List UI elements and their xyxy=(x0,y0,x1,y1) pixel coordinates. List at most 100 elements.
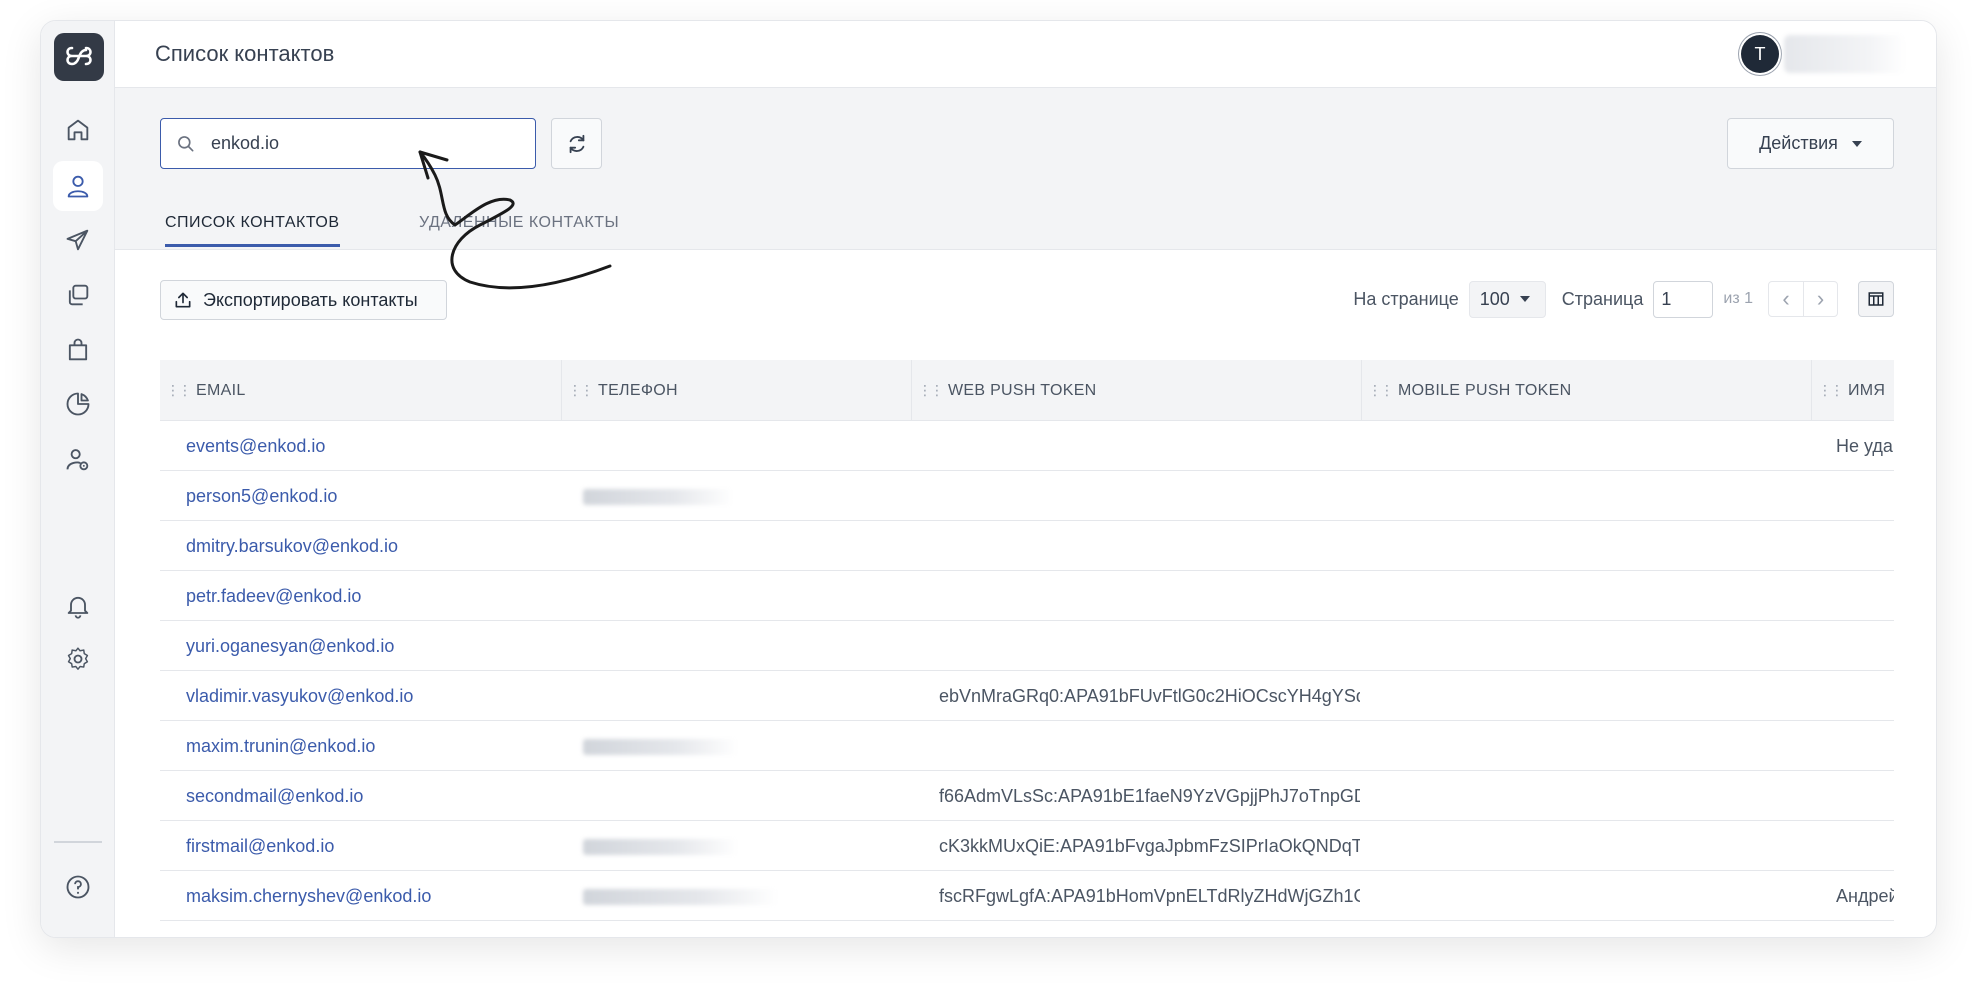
user-name-blurred[interactable] xyxy=(1784,35,1906,73)
column-header-name[interactable]: ⋮⋮ ИМЯ xyxy=(1812,360,1894,421)
cell-name: Андрей xyxy=(1836,885,1894,906)
nav-home[interactable] xyxy=(53,105,103,155)
cell-email[interactable]: yuri.oganesyan@enkod.io xyxy=(186,621,556,671)
column-label: WEB PUSH TOKEN xyxy=(948,381,1097,399)
cell-email[interactable]: maxim.trunin@enkod.io xyxy=(186,721,556,771)
export-label: Экспортировать контакты xyxy=(203,289,418,310)
prev-page-button[interactable]: ‹ xyxy=(1769,282,1803,316)
cell-email[interactable]: dmitry.barsukov@enkod.io xyxy=(186,521,556,571)
nav-settings[interactable] xyxy=(53,634,103,684)
cell-web-token xyxy=(939,421,1360,471)
phone-blurred xyxy=(583,739,738,755)
table-header: ⋮⋮ EMAIL ⋮⋮ ТЕЛЕФОН ⋮⋮ WEB PUSH TOKEN ⋮⋮ MOB… xyxy=(160,360,1894,421)
search-icon xyxy=(178,135,194,151)
chevron-down-icon xyxy=(1851,140,1862,147)
table-row[interactable]: dmitry.barsukov@enkod.io xyxy=(160,521,1894,571)
table-row[interactable]: yuri.oganesyan@enkod.io xyxy=(160,621,1894,671)
table-row[interactable]: petr.fadeev@enkod.io xyxy=(160,571,1894,621)
table-row[interactable]: vladimir.vasyukov@enkod.io ebVnMraGRq0:AP… xyxy=(160,671,1894,721)
search-box[interactable] xyxy=(160,118,536,169)
cell-mobile-token xyxy=(1386,721,1810,771)
cell-email[interactable]: vladimir.vasyukov@enkod.io xyxy=(186,671,556,721)
drag-handle-icon[interactable]: ⋮⋮ xyxy=(166,382,192,399)
sidebar-divider xyxy=(54,841,102,843)
pie-chart-icon xyxy=(66,392,90,416)
drag-handle-icon[interactable]: ⋮⋮ xyxy=(918,382,944,399)
column-label: ТЕЛЕФОН xyxy=(598,381,678,399)
nav-notifications[interactable] xyxy=(53,581,103,631)
tab-contacts-list[interactable]: СПИСОК КОНТАКТОВ xyxy=(165,214,340,247)
phone-blurred xyxy=(583,889,778,905)
logo[interactable] xyxy=(54,33,104,81)
cell-email[interactable]: zaeinshzganisb@enkod.io xyxy=(186,921,556,938)
nav-help[interactable] xyxy=(53,862,103,912)
next-page-button[interactable]: › xyxy=(1803,282,1837,316)
cell-email[interactable]: events@enkod.io xyxy=(186,421,556,471)
cell-web-token: cK3kkMUxQiE:APA91bFvgaJpbmFzSIPrIaOkQNDq… xyxy=(939,835,1360,856)
table-row[interactable]: firstmail@enkod.io cK3kkMUxQiE:APA91bFvga… xyxy=(160,821,1894,871)
cell-email[interactable]: firstmail@enkod.io xyxy=(186,821,556,871)
search-input[interactable] xyxy=(211,133,511,154)
column-header-phone[interactable]: ⋮⋮ ТЕЛЕФОН xyxy=(562,360,912,421)
page-label: Страница xyxy=(1561,288,1644,309)
refresh-icon xyxy=(569,134,584,153)
nav-templates[interactable] xyxy=(53,270,103,320)
page-title: Список контактов xyxy=(155,41,335,66)
refresh-button[interactable] xyxy=(551,118,602,169)
logo-icon xyxy=(66,46,92,66)
cell-mobile-token: 646f422f583d2cb831cc539ff71d1e887f8f4b57… xyxy=(1386,921,1810,938)
cell-email[interactable]: secondmail@enkod.io xyxy=(186,771,556,821)
cell-mobile-token xyxy=(1386,621,1810,671)
contacts-icon xyxy=(67,175,89,198)
table-row[interactable]: zaeinshzganisb@enkod.io 646f422f583d2cb83… xyxy=(160,921,1894,938)
toolbar: Действия СПИСОК КОНТАКТОВ УДАЛЕННЫЕ КОНТ… xyxy=(115,88,1936,250)
columns-button[interactable] xyxy=(1858,281,1894,317)
cell-email[interactable]: person5@enkod.io xyxy=(186,471,556,521)
cell-email[interactable]: maksim.chernyshev@enkod.io xyxy=(186,871,556,921)
actions-dropdown[interactable]: Действия xyxy=(1727,118,1894,169)
page-number-input[interactable] xyxy=(1653,280,1714,318)
page-count: из 1 xyxy=(1723,290,1753,307)
chevron-right-icon: › xyxy=(1816,286,1825,311)
nav-campaigns[interactable] xyxy=(53,215,103,265)
tab-deleted-contacts[interactable]: УДАЛЕННЫЕ КОНТАКТЫ xyxy=(419,214,619,244)
cell-name xyxy=(1836,571,1894,621)
table-row[interactable]: secondmail@enkod.io f66AdmVLsSc:APA91bE1f… xyxy=(160,771,1894,821)
drag-handle-icon[interactable]: ⋮⋮ xyxy=(1368,382,1394,399)
drag-handle-icon[interactable]: ⋮⋮ xyxy=(1818,382,1844,399)
table-row[interactable]: person5@enkod.io xyxy=(160,471,1894,521)
cell-web-token xyxy=(939,921,1360,937)
cell-name xyxy=(1836,821,1894,871)
per-page-label: На странице xyxy=(1353,288,1459,309)
table-row[interactable]: maksim.chernyshev@enkod.io fscRFgwLgfA:AP… xyxy=(160,871,1894,921)
cell-name xyxy=(1836,471,1894,521)
avatar[interactable]: T xyxy=(1741,35,1779,73)
columns-icon xyxy=(1868,292,1884,306)
cell-email[interactable]: petr.fadeev@enkod.io xyxy=(186,571,556,621)
cell-web-token: ebVnMraGRq0:APA91bFUvFtlG0c2HiOCscYH4gYS… xyxy=(939,685,1360,706)
cell-name xyxy=(1836,771,1894,821)
main-content: Экспортировать контакты На странице 100 … xyxy=(115,251,1936,937)
cell-name xyxy=(1836,521,1894,571)
phone-blurred xyxy=(583,839,738,855)
column-header-web-push[interactable]: ⋮⋮ WEB PUSH TOKEN xyxy=(912,360,1362,421)
per-page-select[interactable]: 100 xyxy=(1468,280,1546,318)
table-row[interactable]: maxim.trunin@enkod.io xyxy=(160,721,1894,771)
column-label: EMAIL xyxy=(196,381,246,399)
per-page-value: 100 xyxy=(1479,288,1510,309)
column-label: MOBILE PUSH TOKEN xyxy=(1398,381,1572,399)
nav-shop[interactable] xyxy=(53,325,103,375)
cell-name: Не уда xyxy=(1836,435,1893,456)
export-button[interactable]: Экспортировать контакты xyxy=(160,280,447,320)
app-window: Список контактов T Действия СПИСОК КОНТА… xyxy=(40,20,1937,938)
phone-blurred xyxy=(583,489,733,505)
nav-contacts[interactable] xyxy=(53,161,103,211)
column-header-mobile-push[interactable]: ⋮⋮ MOBILE PUSH TOKEN xyxy=(1362,360,1812,421)
cell-web-token: f66AdmVLsSc:APA91bE1faeN9YzVGpjjPhJ7oTnp… xyxy=(939,785,1360,806)
table-row[interactable]: events@enkod.io Не уда xyxy=(160,421,1894,471)
nav-users[interactable] xyxy=(53,435,103,485)
drag-handle-icon[interactable]: ⋮⋮ xyxy=(568,382,594,399)
column-header-email[interactable]: ⋮⋮ EMAIL xyxy=(160,360,562,421)
nav-analytics[interactable] xyxy=(53,379,103,429)
actions-label: Действия xyxy=(1759,133,1838,153)
